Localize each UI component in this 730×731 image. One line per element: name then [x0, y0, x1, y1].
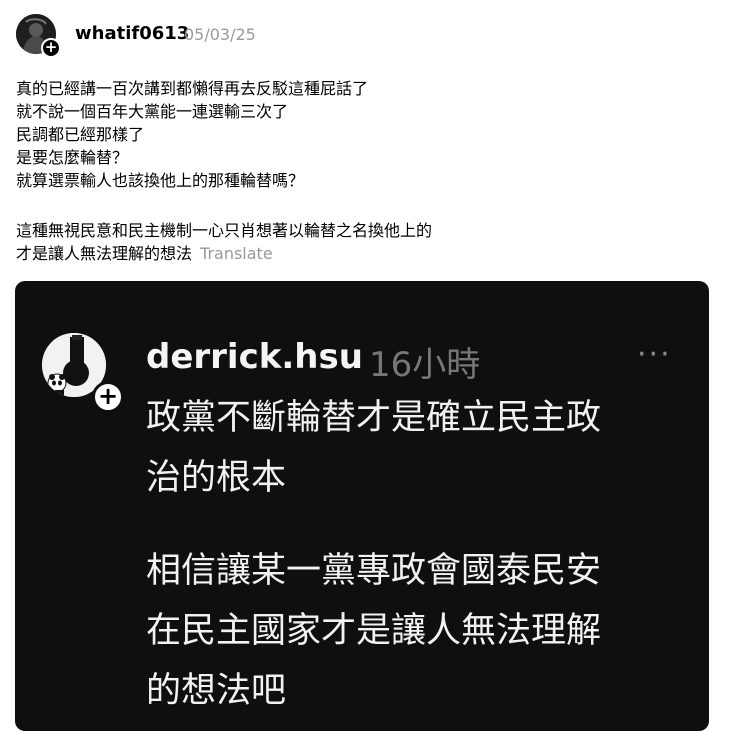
post-text-line: 真的已經講一百次講到都懶得再去反駁這種屁話了 [16, 79, 369, 98]
post-paragraph-1: 真的已經講一百次講到都懶得再去反駁這種屁話了 就不說一個百年大黨能一連選輸三次了… [16, 77, 716, 192]
embedded-text-line: 在民主國家才是讓人無法理解 [146, 611, 602, 651]
embedded-username: derrick.hsu [146, 337, 363, 377]
more-horizontal-icon: ··· [637, 337, 672, 372]
embedded-screenshot[interactable]: + derrick.hsu 16小時 ··· 政黨不斷輪替才是確立民主政 治的根… [15, 281, 709, 731]
post-text-line: 就不說一個百年大黨能一連選輸三次了 [16, 102, 289, 121]
follow-plus-icon[interactable]: + [41, 38, 61, 58]
post-paragraph-2: 這種無視民意和民主機制一心只肖想著以輪替之名換他上的 才是讓人無法理解的想法 Tr… [16, 219, 716, 265]
post-date: 05/03/25 [184, 25, 256, 44]
post-username[interactable]: whatif0613 [75, 23, 189, 44]
post-text-line-with-translate: 才是讓人無法理解的想法 Translate [16, 242, 716, 265]
post-text-line: 就算選票輸人也該換他上的那種輪替嗎？ [16, 171, 305, 190]
translate-link[interactable]: Translate [200, 244, 273, 263]
embedded-text-line: 政黨不斷輪替才是確立民主政 [146, 398, 602, 438]
embedded-text-line: 相信讓某一黨專政會國泰民安 [146, 551, 602, 591]
embedded-text-line: 治的根本 [146, 458, 287, 498]
embedded-follow-plus-icon: + [92, 381, 124, 413]
embedded-text-line: 的想法吧 [146, 671, 287, 711]
embedded-time: 16小時 [369, 345, 481, 385]
embedded-paragraph-2: 相信讓某一黨專政會國泰民安 在民主國家才是讓人無法理解 的想法吧 [146, 541, 686, 721]
post-text-line: 民調都已經那樣了 [16, 125, 145, 144]
post-text-line: 是要怎麼輪替？ [16, 148, 129, 167]
post-text-line: 這種無視民意和民主機制一心只肖想著以輪替之名換他上的 [16, 221, 433, 240]
post-text: 才是讓人無法理解的想法 [16, 244, 193, 263]
thread-post: + whatif0613 05/03/25 真的已經講一百次講到都懶得再去反駁這… [0, 0, 730, 731]
embedded-paragraph-1: 政黨不斷輪替才是確立民主政 治的根本 [146, 388, 686, 508]
